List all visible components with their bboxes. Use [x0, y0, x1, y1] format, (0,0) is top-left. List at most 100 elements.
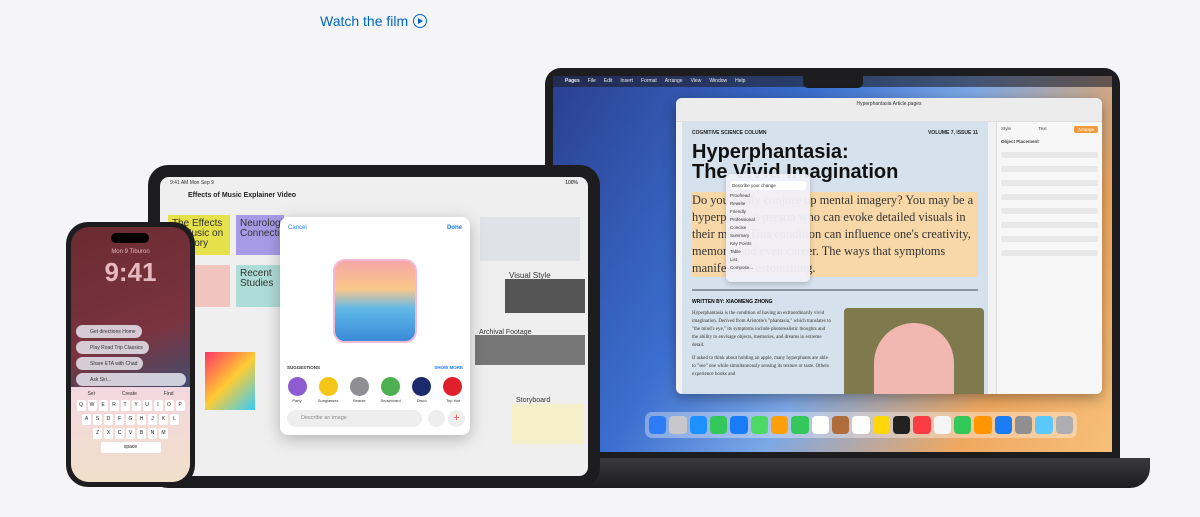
show-more-button[interactable]: SHOW MORE — [434, 365, 463, 370]
add-icon[interactable]: + — [448, 410, 465, 427]
mail-icon[interactable] — [730, 416, 748, 434]
menu-item[interactable]: Format — [641, 78, 657, 85]
facetime-icon[interactable] — [791, 416, 809, 434]
finder-icon[interactable] — [649, 416, 667, 434]
dock — [645, 412, 1077, 438]
safari-icon[interactable] — [689, 416, 707, 434]
siri-suggestion[interactable]: Share ETA with Chad — [76, 357, 144, 370]
summary-option[interactable]: Summary — [730, 233, 806, 238]
menu-item[interactable]: Arrange — [665, 78, 683, 85]
key[interactable]: Z — [93, 428, 102, 439]
key[interactable]: E — [98, 400, 108, 411]
key[interactable]: C — [115, 428, 124, 439]
key[interactable]: R — [109, 400, 119, 411]
tv-icon[interactable] — [892, 416, 911, 434]
board-card[interactable]: Recent Studies — [236, 265, 284, 307]
maps-icon[interactable] — [750, 416, 768, 434]
tab-text[interactable]: Text — [1038, 126, 1046, 133]
settings-icon[interactable] — [1014, 416, 1033, 434]
suggestion-disco[interactable]: Disco — [410, 377, 434, 403]
describe-image-input[interactable]: Describe an image — [287, 410, 422, 427]
concise-option[interactable]: Concise — [730, 225, 806, 230]
key[interactable]: O — [164, 400, 174, 411]
key[interactable]: G — [126, 414, 135, 425]
person-button[interactable] — [428, 410, 445, 427]
menu-item[interactable]: Help — [735, 78, 745, 85]
siri-suggestion[interactable]: Get directions Home — [76, 325, 142, 338]
key[interactable]: M — [159, 428, 168, 439]
pages-icon[interactable] — [974, 416, 992, 434]
key[interactable]: U — [142, 400, 152, 411]
key[interactable]: L — [170, 414, 179, 425]
camera-notch — [803, 76, 863, 88]
format-inspector: Style Text Arrange Object Placement — [996, 122, 1102, 394]
menu-item[interactable]: File — [588, 78, 596, 85]
contacts-icon[interactable] — [831, 416, 850, 434]
menu-item[interactable]: Window — [709, 78, 727, 85]
key[interactable]: K — [159, 414, 168, 425]
key[interactable]: B — [137, 428, 146, 439]
photos-icon[interactable] — [770, 416, 789, 434]
key[interactable]: S — [93, 414, 102, 425]
downloads-folder-icon[interactable] — [1035, 416, 1053, 434]
key[interactable]: P — [175, 400, 185, 411]
tab-arrange[interactable]: Arrange — [1073, 126, 1098, 133]
key[interactable]: N — [148, 428, 157, 439]
suggestion-sunglasses[interactable]: Sunglasses — [316, 377, 340, 403]
key[interactable]: V — [126, 428, 135, 439]
key-points-option[interactable]: Key Points — [730, 241, 806, 246]
cancel-button[interactable]: Cancel — [288, 225, 307, 231]
board-card[interactable]: Neurological Connections — [236, 215, 296, 255]
lock-date: Mon 9 Tiburon — [111, 249, 150, 255]
space-key[interactable]: space — [100, 442, 161, 453]
list-option[interactable]: List — [730, 257, 806, 262]
key[interactable]: H — [137, 414, 146, 425]
news-icon[interactable] — [933, 416, 951, 434]
music-icon[interactable] — [913, 416, 931, 434]
friendly-option[interactable]: Friendly — [730, 209, 806, 214]
siri-suggestion[interactable]: Play Road Trip Classics — [76, 341, 149, 354]
done-button[interactable]: Done — [447, 225, 462, 231]
watch-the-film-link[interactable]: Watch the film — [320, 13, 428, 29]
suggestion-beanie[interactable]: Beanie — [347, 377, 371, 403]
messages-icon[interactable] — [709, 416, 728, 434]
notes-icon[interactable] — [872, 416, 890, 434]
key[interactable]: X — [104, 428, 113, 439]
professional-option[interactable]: Professional — [730, 217, 806, 222]
app-store-icon[interactable] — [994, 416, 1012, 434]
describe-change-field[interactable]: Describe your change — [730, 181, 806, 190]
key[interactable]: F — [115, 414, 124, 425]
menu-item[interactable]: Edit — [604, 78, 613, 85]
proofread-button[interactable]: Proofread — [730, 193, 806, 198]
compose-option[interactable]: Compose... — [730, 265, 806, 270]
key[interactable]: J — [148, 414, 157, 425]
reminders-icon[interactable] — [852, 416, 870, 434]
predictive-word[interactable]: Set — [87, 391, 95, 397]
macbook-base — [520, 458, 1150, 488]
suggestion-party[interactable]: Party — [285, 377, 309, 403]
suggestion-snowboard[interactable]: Snowboard — [379, 377, 403, 403]
key[interactable]: A — [82, 414, 91, 425]
key[interactable]: Q — [76, 400, 86, 411]
suggestion-top-hat[interactable]: Top Hat — [441, 377, 465, 403]
key[interactable]: W — [87, 400, 97, 411]
trash-icon[interactable] — [1055, 416, 1073, 434]
calendar-icon[interactable] — [811, 416, 829, 434]
menu-app[interactable]: Pages — [565, 78, 580, 85]
key[interactable]: T — [120, 400, 130, 411]
menu-item[interactable]: Insert — [620, 78, 633, 85]
ask-siri-field[interactable]: Ask Siri... — [76, 373, 186, 386]
rewrite-button[interactable]: Rewrite — [730, 201, 806, 206]
launchpad-icon[interactable] — [669, 416, 687, 434]
beanie-icon — [349, 377, 369, 396]
key[interactable]: I — [153, 400, 163, 411]
predictive-word[interactable]: Create — [122, 391, 137, 397]
table-option[interactable]: Table — [730, 249, 806, 254]
menu-item[interactable]: View — [691, 78, 702, 85]
board-title[interactable]: Effects of Music Explainer Video — [188, 192, 296, 199]
key[interactable]: D — [104, 414, 113, 425]
key[interactable]: Y — [131, 400, 141, 411]
tab-style[interactable]: Style — [1001, 126, 1011, 133]
numbers-icon[interactable] — [953, 416, 972, 434]
predictive-word[interactable]: Find — [164, 391, 174, 397]
